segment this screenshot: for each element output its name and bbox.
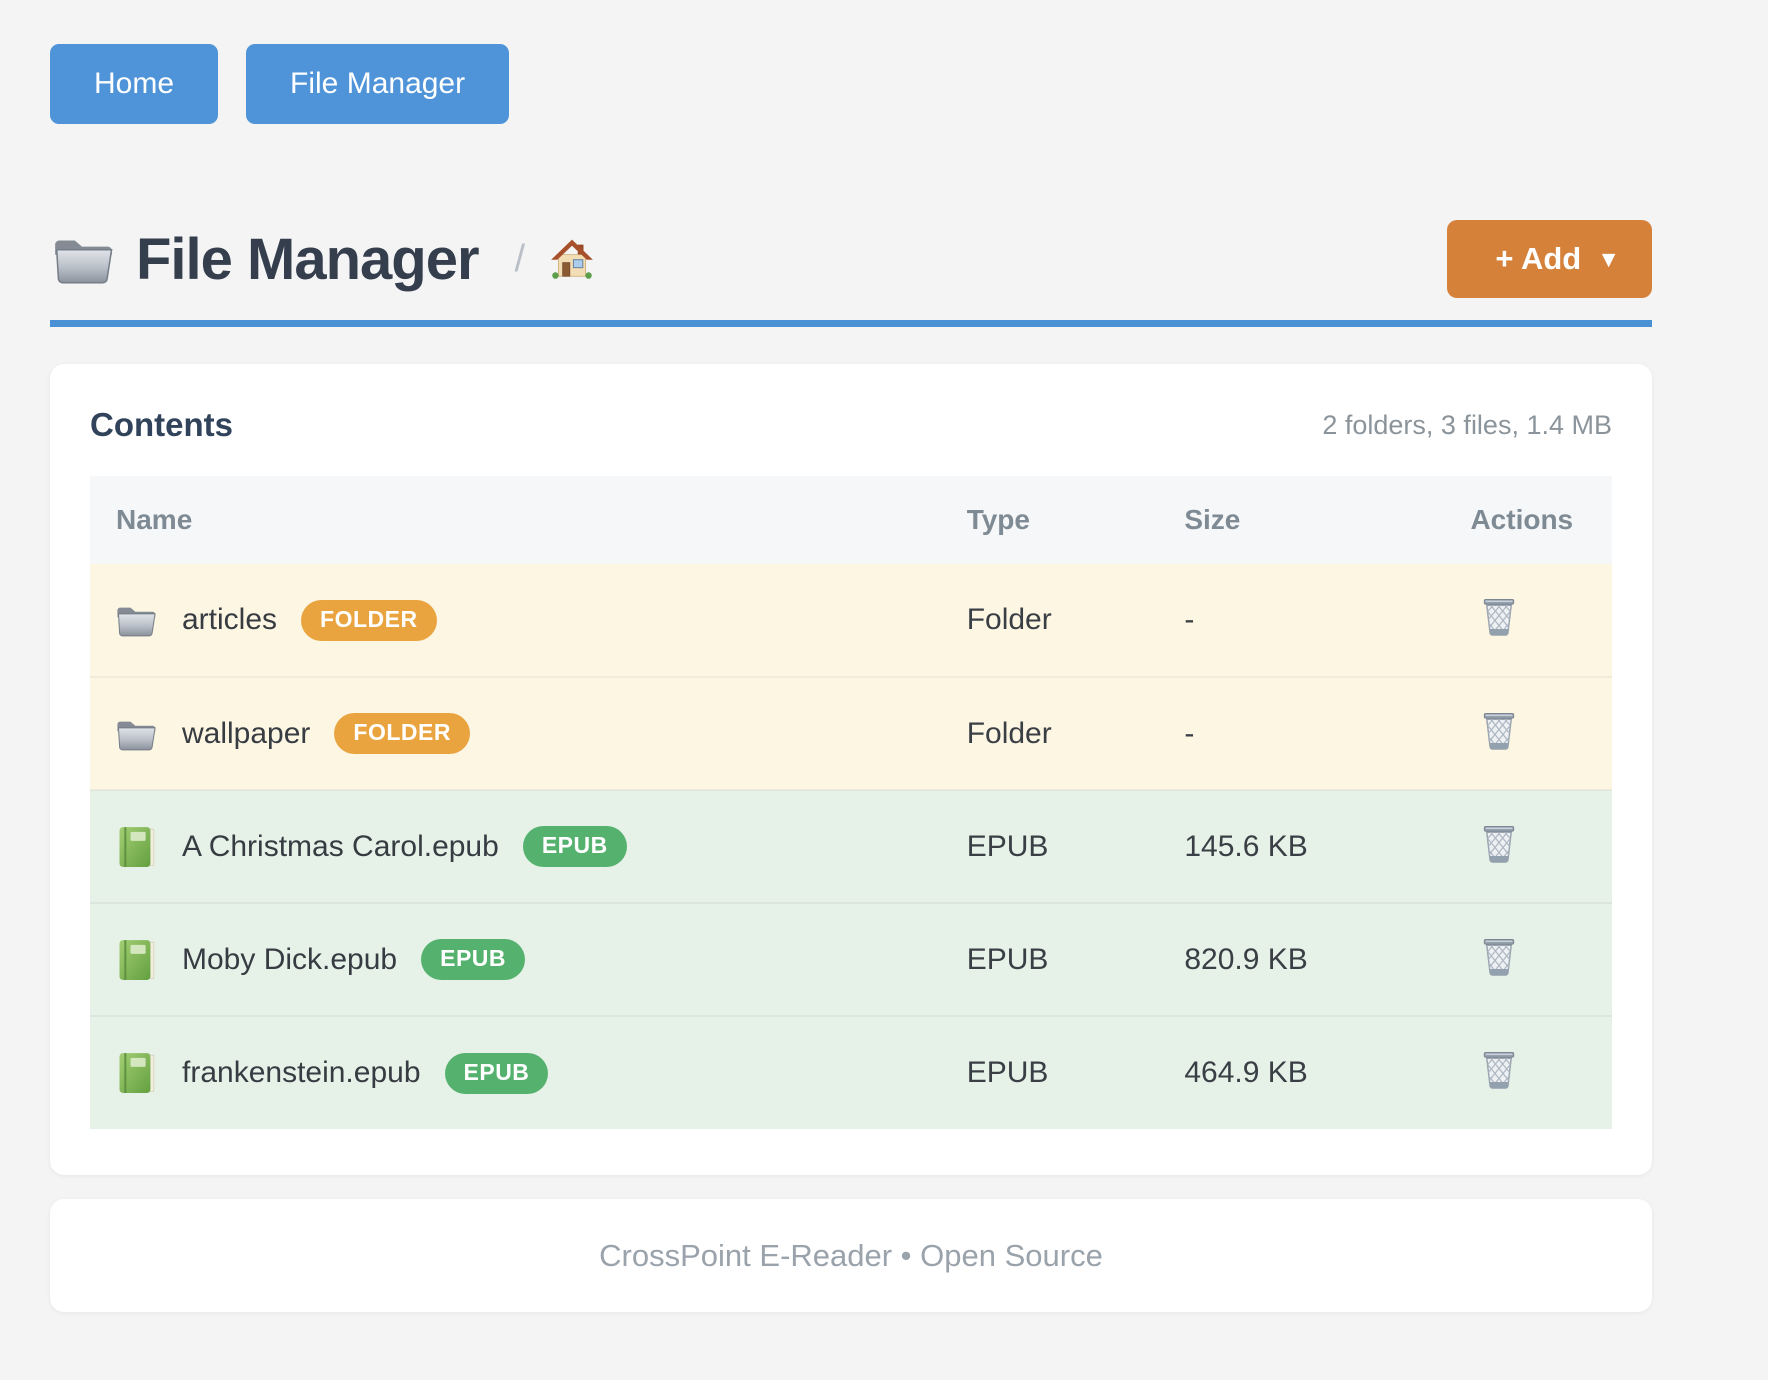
file-name[interactable]: Moby Dick.epub xyxy=(182,943,397,977)
trash-icon[interactable] xyxy=(1476,593,1522,642)
book-icon xyxy=(114,938,158,982)
nav-button-file-manager[interactable]: File Manager xyxy=(246,44,509,124)
type-cell: Folder xyxy=(967,677,1185,790)
page-header: File Manager / + Add ▼ xyxy=(50,220,1652,298)
folder-icon xyxy=(114,598,158,642)
trash-icon[interactable] xyxy=(1476,933,1522,982)
file-name[interactable]: articles xyxy=(182,603,277,637)
column-header-name: Name xyxy=(90,476,967,564)
size-cell: 464.9 KB xyxy=(1184,1016,1470,1129)
column-header-type: Type xyxy=(967,476,1185,564)
table-row[interactable]: articles FOLDER Folder - xyxy=(90,564,1612,677)
contents-heading: Contents xyxy=(90,406,233,444)
type-badge: FOLDER xyxy=(334,713,470,754)
table-row[interactable]: Moby Dick.epub EPUB EPUB 820.9 KB xyxy=(90,903,1612,1016)
table-row[interactable]: A Christmas Carol.epub EPUB EPUB 145.6 K… xyxy=(90,790,1612,903)
folder-icon xyxy=(114,712,158,756)
add-button-text: + Add xyxy=(1495,241,1581,277)
table-row[interactable]: wallpaper FOLDER Folder - xyxy=(90,677,1612,790)
type-cell: EPUB xyxy=(967,903,1185,1016)
type-cell: EPUB xyxy=(967,790,1185,903)
size-cell: 820.9 KB xyxy=(1184,903,1470,1016)
trash-icon[interactable] xyxy=(1476,1046,1522,1095)
type-cell: Folder xyxy=(967,564,1185,677)
caret-down-icon: ▼ xyxy=(1597,248,1620,271)
table-row[interactable]: frankenstein.epub EPUB EPUB 464.9 KB xyxy=(90,1016,1612,1129)
house-icon[interactable] xyxy=(549,236,595,282)
book-icon xyxy=(114,825,158,869)
trash-icon[interactable] xyxy=(1476,707,1522,756)
type-cell: EPUB xyxy=(967,1016,1185,1129)
file-name[interactable]: A Christmas Carol.epub xyxy=(182,830,499,864)
contents-card: Contents 2 folders, 3 files, 1.4 MB Name… xyxy=(50,364,1652,1175)
table-header-row: Name Type Size Actions xyxy=(90,476,1612,564)
type-badge: EPUB xyxy=(421,939,525,980)
size-cell: 145.6 KB xyxy=(1184,790,1470,903)
type-badge: EPUB xyxy=(523,826,627,867)
trash-icon[interactable] xyxy=(1476,820,1522,869)
type-badge: FOLDER xyxy=(301,600,437,641)
size-cell: - xyxy=(1184,564,1470,677)
contents-card-header: Contents 2 folders, 3 files, 1.4 MB xyxy=(90,406,1612,444)
top-nav: Home File Manager xyxy=(50,44,1652,124)
column-header-actions: Actions xyxy=(1470,476,1612,564)
size-cell: - xyxy=(1184,677,1470,790)
page-title: File Manager xyxy=(136,226,479,293)
add-button[interactable]: + Add ▼ xyxy=(1447,220,1652,298)
nav-button-home[interactable]: Home xyxy=(50,44,218,124)
folder-icon xyxy=(50,226,116,292)
breadcrumb-separator: / xyxy=(515,238,526,281)
file-name[interactable]: wallpaper xyxy=(182,717,310,751)
type-badge: EPUB xyxy=(445,1053,549,1094)
contents-summary: 2 folders, 3 files, 1.4 MB xyxy=(1322,410,1612,441)
file-table: Name Type Size Actions articles FOLDER F… xyxy=(90,476,1612,1129)
column-header-size: Size xyxy=(1184,476,1470,564)
file-table-body: articles FOLDER Folder - wallpaper FOLDE… xyxy=(90,564,1612,1129)
title-wrap: File Manager / xyxy=(50,226,595,293)
title-underline xyxy=(50,320,1652,327)
page: Home File Manager File Manager / + Add ▼… xyxy=(0,0,1768,1312)
book-icon xyxy=(114,1051,158,1095)
footer-text: CrossPoint E-Reader • Open Source xyxy=(599,1238,1103,1274)
file-name[interactable]: frankenstein.epub xyxy=(182,1056,421,1090)
footer-card: CrossPoint E-Reader • Open Source xyxy=(50,1199,1652,1312)
